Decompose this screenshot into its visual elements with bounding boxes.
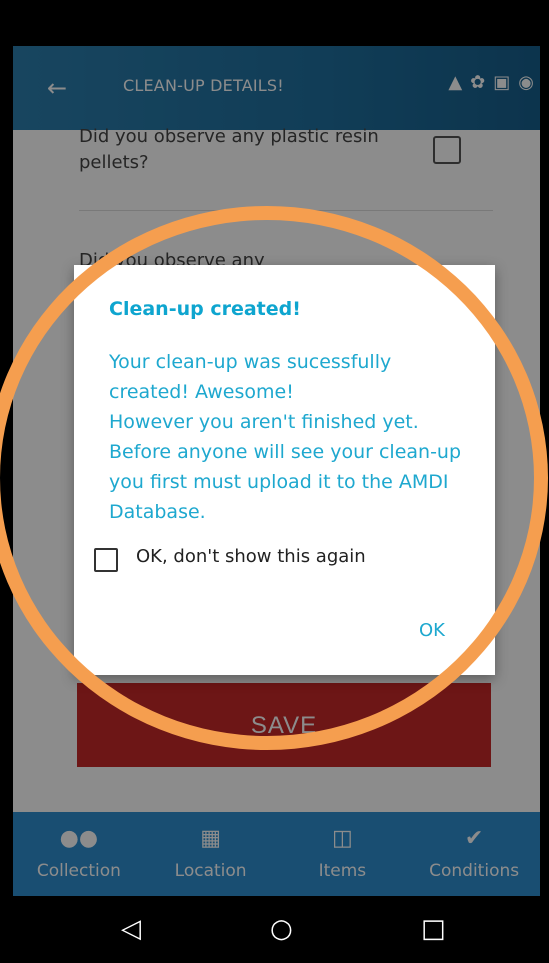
back-triangle-icon[interactable]: ◁ [121,914,141,944]
highlight-ring [0,206,548,750]
home-circle-icon[interactable]: ○ [270,914,293,944]
system-navigation-bar: ◁ ○ □ [13,896,540,963]
status-bar [13,0,540,46]
recents-square-icon[interactable]: □ [421,914,446,944]
